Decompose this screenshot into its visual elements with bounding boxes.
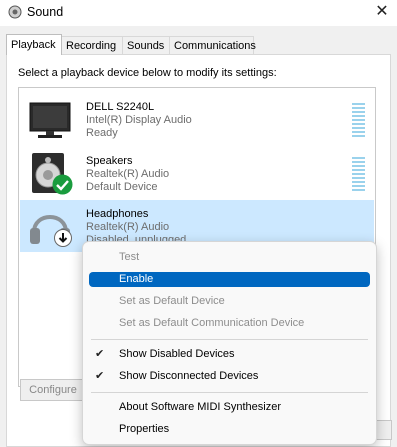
level-meter xyxy=(352,103,365,139)
tab-recording[interactable]: Recording xyxy=(61,36,123,54)
level-meter xyxy=(352,157,365,193)
sound-app-icon xyxy=(8,5,22,19)
default-check-icon xyxy=(52,174,73,195)
menu-item-test: Test xyxy=(89,247,370,267)
menu-item-properties[interactable]: Properties xyxy=(89,419,370,439)
menu-separator xyxy=(91,339,368,340)
device-speakers[interactable]: Speakers Realtek(R) Audio Default Device xyxy=(20,147,374,199)
context-menu: Test Enable Set as Default Device Set as… xyxy=(82,241,377,445)
checkmark-icon: ✔ xyxy=(95,370,105,382)
device-name: DELL S2240L xyxy=(86,101,155,113)
title-bar: Sound ✕ xyxy=(0,0,397,26)
device-status: Default Device xyxy=(86,181,158,193)
menu-separator xyxy=(91,392,368,393)
menu-item-set-default-comm: Set as Default Communication Device xyxy=(89,313,370,333)
menu-label: Set as Default Device xyxy=(119,295,225,307)
tab-sounds[interactable]: Sounds xyxy=(122,36,170,54)
device-name: Speakers xyxy=(86,155,133,167)
close-button[interactable]: ✕ xyxy=(368,1,396,23)
menu-item-enable[interactable]: Enable xyxy=(89,272,370,287)
menu-label: Properties xyxy=(119,423,170,435)
menu-item-about-midi[interactable]: About Software MIDI Synthesizer xyxy=(89,397,370,417)
menu-label: Enable xyxy=(119,273,154,285)
configure-button[interactable]: Configure xyxy=(20,379,86,401)
tab-playback[interactable]: Playback xyxy=(6,34,62,55)
window-title: Sound xyxy=(27,5,64,19)
menu-label: About Software MIDI Synthesizer xyxy=(119,401,282,413)
disabled-arrow-icon xyxy=(54,229,72,247)
menu-item-set-default: Set as Default Device xyxy=(89,291,370,311)
menu-label: Test xyxy=(119,251,140,263)
device-driver: Intel(R) Display Audio xyxy=(86,114,192,126)
menu-label: Show Disabled Devices xyxy=(119,348,235,360)
device-dell-s2240l[interactable]: DELL S2240L Intel(R) Display Audio Ready xyxy=(20,93,374,145)
menu-label: Set as Default Communication Device xyxy=(119,317,305,329)
device-status: Ready xyxy=(86,127,118,139)
monitor-icon xyxy=(29,102,71,138)
tab-communications[interactable]: Communications xyxy=(169,36,256,54)
menu-item-show-disconnected[interactable]: ✔ Show Disconnected Devices xyxy=(89,366,370,386)
instructions-text: Select a playback device below to modify… xyxy=(18,67,277,79)
menu-label: Show Disconnected Devices xyxy=(119,370,259,382)
device-driver: Realtek(R) Audio xyxy=(86,168,170,180)
menu-item-show-disabled[interactable]: ✔ Show Disabled Devices xyxy=(89,344,370,364)
device-name: Headphones xyxy=(86,208,149,220)
device-driver: Realtek(R) Audio xyxy=(86,221,170,233)
checkmark-icon: ✔ xyxy=(95,348,105,360)
